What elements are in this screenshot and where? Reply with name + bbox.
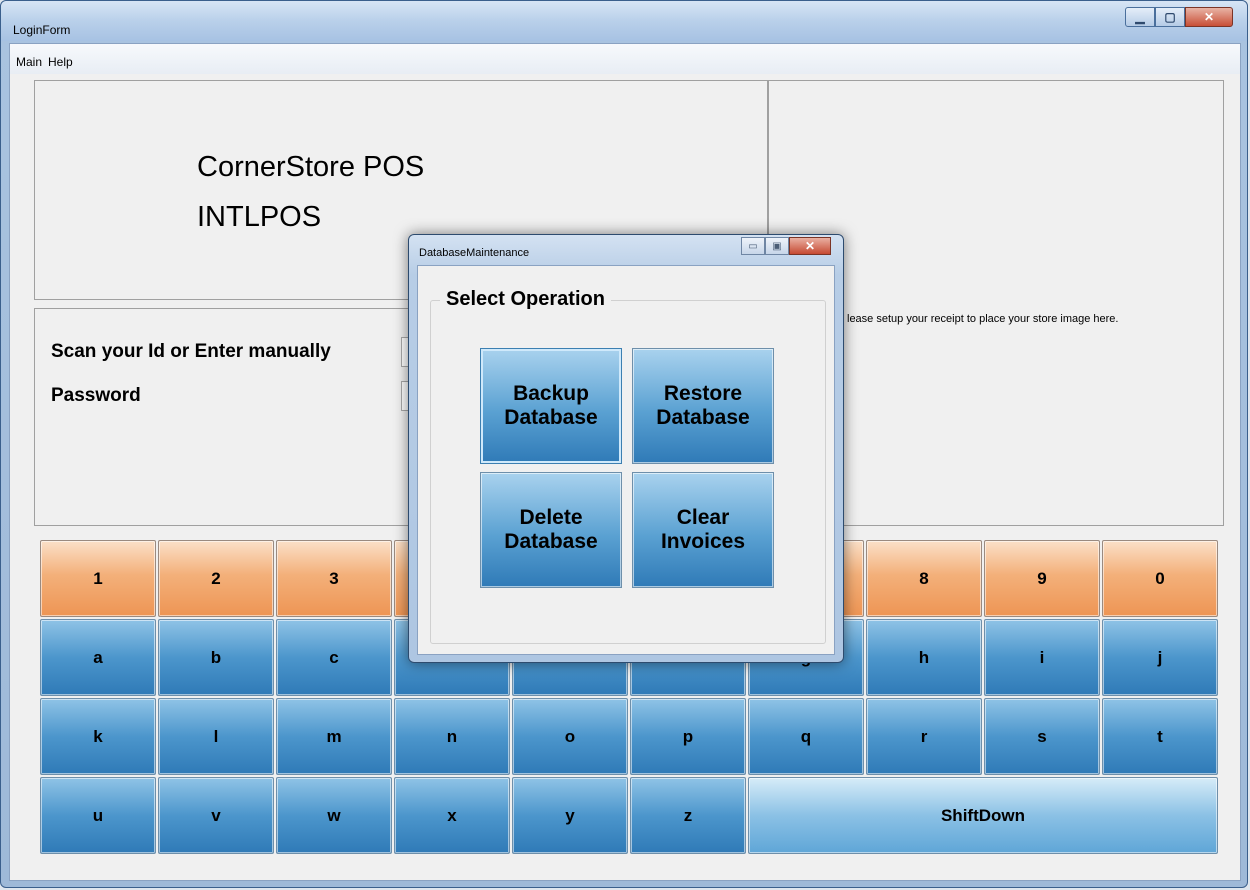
close-icon[interactable]: ✕ <box>789 237 831 255</box>
menu-bar: Main Help <box>10 44 1240 74</box>
key-9[interactable]: 9 <box>984 540 1100 617</box>
restore-icon[interactable]: ▣ <box>765 237 789 255</box>
maximize-icon[interactable]: ▢ <box>1155 7 1185 27</box>
password-label: Password <box>51 385 141 406</box>
shift-down-button[interactable]: ShiftDown <box>748 777 1218 854</box>
key-j[interactable]: j <box>1102 619 1218 696</box>
backup-database-button[interactable]: Backup Database <box>480 348 622 464</box>
dialog-client-area: Select Operation Backup Database Restore… <box>417 265 835 655</box>
dialog-controls: ▭ ▣ ✕ <box>741 237 831 255</box>
restore-database-button[interactable]: Restore Database <box>632 348 774 464</box>
key-c[interactable]: c <box>276 619 392 696</box>
key-s[interactable]: s <box>984 698 1100 775</box>
key-z[interactable]: z <box>630 777 746 854</box>
key-p[interactable]: p <box>630 698 746 775</box>
window-controls: ▁ ▢ ✕ <box>1125 7 1233 29</box>
key-n[interactable]: n <box>394 698 510 775</box>
key-t[interactable]: t <box>1102 698 1218 775</box>
key-w[interactable]: w <box>276 777 392 854</box>
key-y[interactable]: y <box>512 777 628 854</box>
key-a[interactable]: a <box>40 619 156 696</box>
key-x[interactable]: x <box>394 777 510 854</box>
minimize-icon[interactable]: ▭ <box>741 237 765 255</box>
database-maintenance-dialog: DatabaseMaintenance ▭ ▣ ✕ Select Operati… <box>408 234 844 663</box>
key-r[interactable]: r <box>866 698 982 775</box>
minimize-icon[interactable]: ▁ <box>1125 7 1155 27</box>
key-o[interactable]: o <box>512 698 628 775</box>
key-q[interactable]: q <box>748 698 864 775</box>
delete-database-button[interactable]: Delete Database <box>480 472 622 588</box>
select-operation-label: Select Operation <box>440 288 611 311</box>
key-k[interactable]: k <box>40 698 156 775</box>
key-m[interactable]: m <box>276 698 392 775</box>
id-label: Scan your Id or Enter manually <box>51 341 331 362</box>
store-image-hint: lease setup your receipt to place your s… <box>847 313 1119 325</box>
key-8[interactable]: 8 <box>866 540 982 617</box>
key-1[interactable]: 1 <box>40 540 156 617</box>
dialog-title: DatabaseMaintenance <box>419 247 530 259</box>
title-bar[interactable]: LoginForm ▁ ▢ ✕ <box>1 1 1247 41</box>
key-u[interactable]: u <box>40 777 156 854</box>
app-name: CornerStore POS <box>197 151 425 183</box>
menu-main[interactable]: Main <box>16 55 42 69</box>
window-title: LoginForm <box>13 23 71 37</box>
store-name: INTLPOS <box>197 201 322 233</box>
menu-help[interactable]: Help <box>48 55 73 69</box>
key-0[interactable]: 0 <box>1102 540 1218 617</box>
key-l[interactable]: l <box>158 698 274 775</box>
key-i[interactable]: i <box>984 619 1100 696</box>
key-v[interactable]: v <box>158 777 274 854</box>
key-2[interactable]: 2 <box>158 540 274 617</box>
close-icon[interactable]: ✕ <box>1185 7 1233 27</box>
key-h[interactable]: h <box>866 619 982 696</box>
clear-invoices-button[interactable]: Clear Invoices <box>632 472 774 588</box>
key-b[interactable]: b <box>158 619 274 696</box>
key-3[interactable]: 3 <box>276 540 392 617</box>
